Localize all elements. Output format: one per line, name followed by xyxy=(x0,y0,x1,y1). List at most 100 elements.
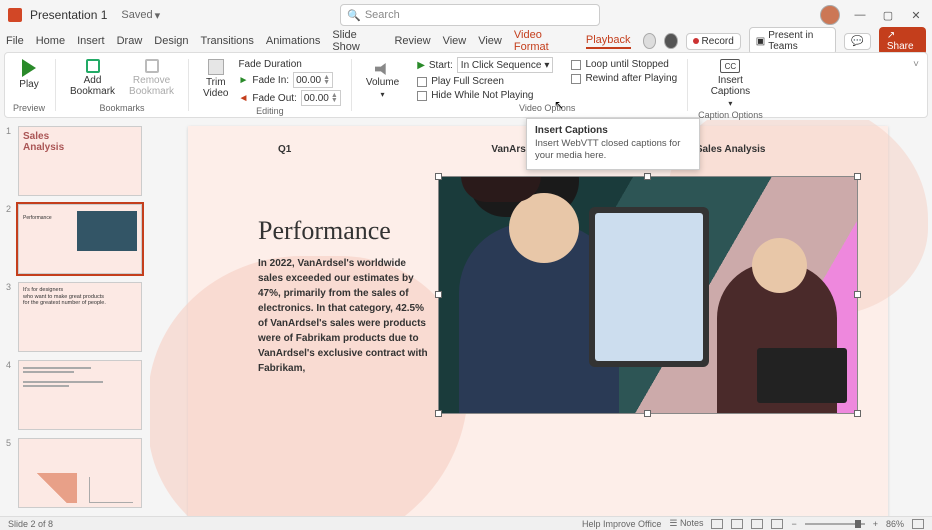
ribbon: Play Preview Add Bookmark Remove Bookmar… xyxy=(4,52,928,118)
present-in-teams-button[interactable]: ▣Present in Teams xyxy=(749,27,837,55)
comment-icon: 💬 xyxy=(851,36,863,47)
powerpoint-logo-icon xyxy=(8,8,22,22)
autosave-status[interactable]: Saved▾ xyxy=(121,9,160,22)
menu-video-format[interactable]: Video Format xyxy=(514,29,574,53)
chevron-down-icon: ▾ xyxy=(381,90,385,99)
tooltip-body: Insert WebVTT closed captions for your m… xyxy=(535,138,691,163)
fade-in-icon: ► xyxy=(238,75,248,86)
resize-handle[interactable] xyxy=(435,291,442,298)
presence-avatar-2[interactable] xyxy=(664,33,678,49)
menu-review[interactable]: Review xyxy=(394,35,430,47)
add-bookmark-button[interactable]: Add Bookmark xyxy=(66,57,119,99)
group-editing: Trim Video Fade Duration ► Fade In: 00.0… xyxy=(195,55,345,115)
menu-insert[interactable]: Insert xyxy=(77,35,105,47)
slide-thumbnail-5[interactable] xyxy=(18,438,142,508)
fit-to-window-button[interactable] xyxy=(912,519,924,529)
fade-in-input[interactable]: 00.00▲▼ xyxy=(293,72,333,88)
remove-bookmark-button: Remove Bookmark xyxy=(125,57,178,99)
remove-bookmark-icon xyxy=(145,59,159,73)
fade-out-input[interactable]: 00.00▲▼ xyxy=(301,90,341,106)
checkbox-icon xyxy=(417,91,427,101)
minimize-button[interactable]: — xyxy=(852,7,868,23)
menu-slideshow[interactable]: Slide Show xyxy=(332,29,382,53)
slide-thumbnail-3[interactable]: It's for designers who want to make grea… xyxy=(18,282,142,352)
resize-handle[interactable] xyxy=(435,173,442,180)
menu-transitions[interactable]: Transitions xyxy=(201,35,254,47)
chevron-down-icon: ▾ xyxy=(728,99,732,108)
group-bookmarks: Add Bookmark Remove Bookmark Bookmarks xyxy=(62,55,182,115)
status-bar: Slide 2 of 8 Help Improve Office ☰ Notes… xyxy=(0,516,932,530)
play-icon xyxy=(22,59,36,77)
comments-button[interactable]: 💬 xyxy=(844,33,870,50)
search-icon: 🔍 xyxy=(347,9,361,22)
slideshow-view-button[interactable] xyxy=(771,519,783,529)
presence-avatar-1[interactable] xyxy=(643,33,657,49)
resize-handle[interactable] xyxy=(854,291,861,298)
resize-handle[interactable] xyxy=(435,410,442,417)
play-button[interactable]: Play xyxy=(15,57,42,92)
notes-button[interactable]: ☰ Notes xyxy=(669,518,703,529)
record-icon xyxy=(693,38,699,44)
zoom-out-button[interactable]: − xyxy=(791,519,796,529)
maximize-button[interactable]: ▢ xyxy=(880,7,896,23)
reading-view-button[interactable] xyxy=(751,519,763,529)
menu-animations[interactable]: Animations xyxy=(266,35,320,47)
help-improve-link[interactable]: Help Improve Office xyxy=(582,519,661,529)
workspace: 1 Sales Analysis 2 Performance 3 It's fo… xyxy=(0,120,932,516)
start-dropdown[interactable]: In Click Sequence▾ xyxy=(457,57,554,73)
start-label: Start: xyxy=(429,60,453,71)
video-frame xyxy=(439,177,857,413)
group-label-editing: Editing xyxy=(256,106,284,116)
slide-thumbnail-panel[interactable]: 1 Sales Analysis 2 Performance 3 It's fo… xyxy=(0,120,150,516)
zoom-in-button[interactable]: + xyxy=(873,519,878,529)
resize-handle[interactable] xyxy=(644,173,651,180)
current-slide[interactable]: Q1VanArsSales Analysis Performance In 20… xyxy=(188,126,888,516)
document-title[interactable]: Presentation 1 xyxy=(30,8,107,22)
hide-not-playing-checkbox[interactable]: Hide While Not Playing xyxy=(417,90,553,101)
stepper-icon[interactable]: ▲▼ xyxy=(323,75,330,85)
slide-thumbnail-4[interactable] xyxy=(18,360,142,430)
share-button[interactable]: ↗ Share xyxy=(879,27,926,55)
slide-canvas-area[interactable]: Q1VanArsSales Analysis Performance In 20… xyxy=(150,120,932,516)
trim-video-button[interactable]: Trim Video xyxy=(199,57,232,101)
volume-button[interactable]: Volume ▾ xyxy=(362,61,403,101)
group-label-captions: Caption Options xyxy=(698,110,763,120)
menu-design[interactable]: Design xyxy=(154,35,188,47)
sorter-view-button[interactable] xyxy=(731,519,743,529)
search-input[interactable]: 🔍 Search xyxy=(340,4,600,26)
menu-draw[interactable]: Draw xyxy=(117,35,143,47)
slide-thumbnail-2[interactable]: Performance xyxy=(18,204,142,274)
video-object-selected[interactable]: ⟳ xyxy=(438,176,858,414)
group-label-bookmarks: Bookmarks xyxy=(100,103,145,113)
ribbon-collapse-button[interactable]: ˅ xyxy=(909,55,923,115)
zoom-level[interactable]: 86% xyxy=(886,519,904,529)
group-label-video-options: Video Options xyxy=(519,103,575,113)
slide-heading[interactable]: Performance xyxy=(258,216,391,246)
slide-thumbnail-1[interactable]: Sales Analysis xyxy=(18,126,142,196)
menu-view[interactable]: View xyxy=(443,35,467,47)
menu-home[interactable]: Home xyxy=(36,35,65,47)
menu-playback[interactable]: Playback xyxy=(586,34,631,49)
insert-captions-button[interactable]: CC Insert Captions ▾ xyxy=(707,57,754,110)
slide-counter[interactable]: Slide 2 of 8 xyxy=(8,519,53,529)
loop-checkbox[interactable]: Loop until Stopped xyxy=(571,59,677,70)
slide-body-text[interactable]: In 2022, VanArdsel's worldwide sales exc… xyxy=(258,256,428,376)
resize-handle[interactable] xyxy=(854,410,861,417)
resize-handle[interactable] xyxy=(644,410,651,417)
group-label-preview: Preview xyxy=(13,103,45,113)
insert-captions-tooltip: Insert Captions Insert WebVTT closed cap… xyxy=(526,118,700,170)
close-button[interactable]: ✕ xyxy=(908,7,924,23)
play-full-screen-checkbox[interactable]: Play Full Screen xyxy=(417,76,553,87)
record-button[interactable]: Record xyxy=(686,33,741,50)
resize-handle[interactable] xyxy=(854,173,861,180)
menu-file[interactable]: File xyxy=(6,35,24,47)
checkbox-icon xyxy=(571,74,581,84)
title-bar: Presentation 1 Saved▾ 🔍 Search — ▢ ✕ xyxy=(0,0,932,30)
user-avatar[interactable] xyxy=(820,5,840,25)
normal-view-button[interactable] xyxy=(711,519,723,529)
menu-view-2[interactable]: View xyxy=(478,35,502,47)
zoom-slider[interactable] xyxy=(805,523,865,525)
rewind-checkbox[interactable]: Rewind after Playing xyxy=(571,73,677,84)
stepper-icon[interactable]: ▲▼ xyxy=(331,93,338,103)
checkbox-icon xyxy=(417,77,427,87)
